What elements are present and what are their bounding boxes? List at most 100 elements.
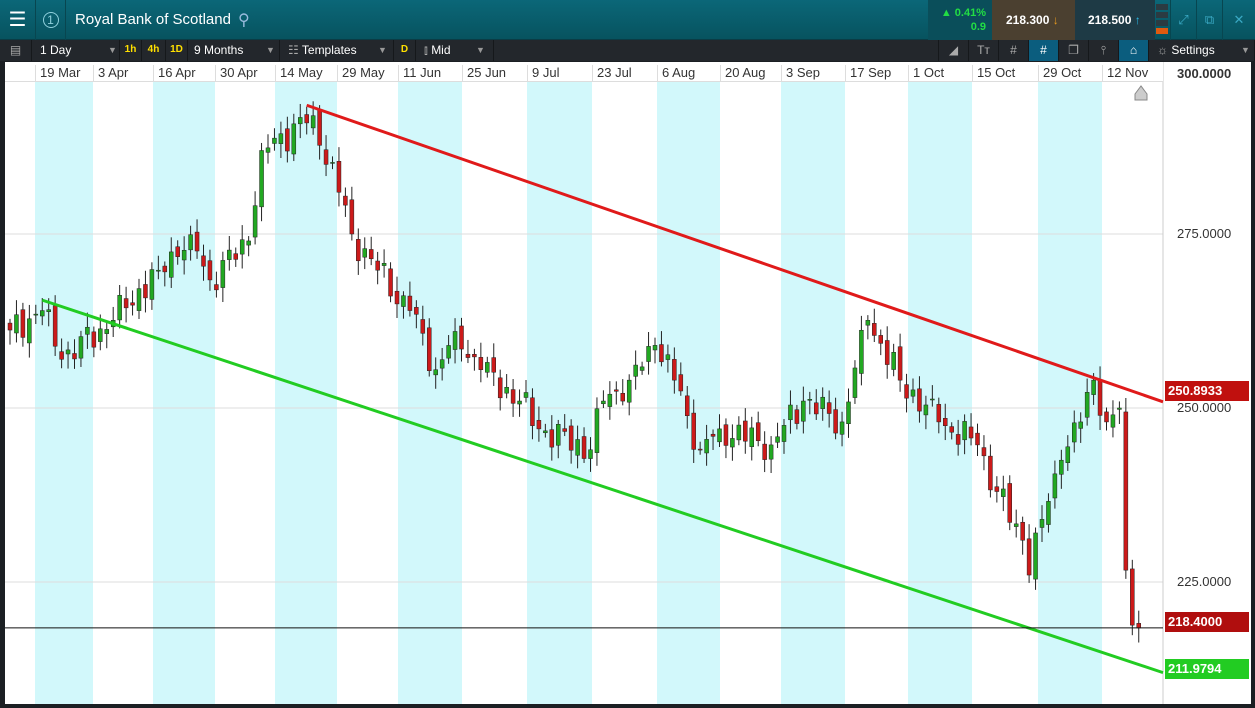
quick-1d-button[interactable]: 1D [166,40,188,61]
candle-body [78,336,84,359]
scroll-up-icon [1134,85,1148,101]
candle-body [72,353,77,360]
date-tick-label: 6 Aug [657,65,695,82]
candle-body [143,284,148,299]
list-icon[interactable]: ▤ [0,40,32,61]
candle-body [304,114,309,124]
candle-body [614,389,619,392]
change-percent: ▲ 0.41% [940,7,986,19]
candle-body [252,205,258,238]
candle-body [607,393,613,407]
candle-body [794,409,800,424]
close-icon[interactable]: ✕ [1222,0,1255,40]
candle-body [1104,411,1109,423]
candle-body [594,408,600,453]
settings-button[interactable]: ☼ Settings ▼ [1148,40,1255,61]
sell-button[interactable]: 218.300 ↓ [992,0,1075,40]
templates-label: Templates [301,43,357,57]
candle-body [717,428,722,443]
candle-body [962,421,967,441]
candle-body [601,400,606,405]
candle-body [865,320,871,326]
candle-body [336,161,342,193]
time-band [657,82,720,704]
candle-body [149,269,155,300]
price-tick-label: 300.0000 [1177,66,1232,81]
candle-body [620,392,625,402]
badge-text: 1 [42,12,59,28]
candle-body [375,260,380,271]
candle-body [291,123,297,155]
candle-body [697,448,703,451]
time-band [275,82,337,704]
candle-body [955,434,961,445]
candle-body [949,426,954,433]
candle-body [427,327,432,371]
candle-body [433,369,438,376]
tag-icon[interactable]: ⌂ [1118,40,1148,61]
up-arrow-icon: ↑ [1134,13,1141,27]
price-chart[interactable]: 19 Mar 3 Apr 16 Apr 30 Apr 14 May 29 May 11 Ju… [5,62,1251,704]
quick-1h-button[interactable]: 1h [120,40,142,61]
candle-body [478,357,484,370]
search-icon[interactable]: ⚲ [238,10,250,30]
candle-body [807,399,813,401]
candle-body [452,331,458,350]
candle-body [891,352,896,370]
candle-body [136,288,142,311]
candle-body [1046,501,1051,525]
candle-body [233,253,238,260]
date-tick-label: 23 Jul [592,65,632,82]
price-tick-label: 225.0000 [1177,574,1232,589]
candle-body [943,418,948,426]
popout-icon[interactable]: ⧉ [1196,0,1222,40]
candle-body [446,345,451,359]
candle-body [169,251,174,278]
candle-body [743,420,748,442]
resistance-value-tag: 250.8933 [1165,381,1249,401]
price-type-select[interactable]: ⫾ Mid ▼ [416,40,494,61]
candle-body [672,359,677,381]
candle-body [575,439,580,456]
candle-body [1033,532,1038,580]
interval-value: 1 Day [40,43,72,57]
expand-icon[interactable]: ⤢ [1170,0,1196,40]
date-tick-label: 12 Nov [1102,65,1148,82]
candle-body [704,439,709,454]
trendline-tool-icon[interactable]: ◢ [938,40,968,61]
candle-body [1110,414,1116,428]
candle-body [98,328,103,342]
candle-body [639,366,645,371]
date-tick-label: 9 Jul [527,65,559,82]
layers-icon[interactable]: ❐ [1058,40,1088,61]
candle-body [1065,446,1071,463]
interval-select[interactable]: 1 Day ▼ [32,40,120,61]
quick-4h-button[interactable]: 4h [142,40,166,61]
chart-canvas[interactable] [5,62,1251,704]
text-tool-icon[interactable]: Tт [968,40,998,61]
grid-icon[interactable]: # [998,40,1028,61]
candle-body [65,349,71,355]
candle-body [381,263,387,266]
candle-body [272,137,277,144]
candle-body [181,249,187,261]
candle-body [91,331,97,348]
candle-body [826,402,832,414]
candle-body [530,397,535,426]
buy-button[interactable]: 218.500 ↑ [1075,0,1155,40]
range-select[interactable]: 9 Months ▼ [188,40,280,61]
templates-button[interactable]: ☷ Templates ▼ [280,40,394,61]
grid-edit-icon[interactable]: # [1028,40,1058,61]
date-tick-label: 1 Oct [908,65,944,82]
indicator-icon[interactable]: ⫯ [1088,40,1118,61]
menu-icon[interactable]: ☰ [0,0,36,40]
templates-icon: ☷ [288,43,299,57]
time-band [35,82,93,704]
instrument-title[interactable]: Royal Bank of Scotland [75,11,231,28]
drawing-d-button[interactable]: D [394,40,416,61]
candle-body [1072,422,1077,443]
candle-body [788,404,793,421]
candle-body [317,109,322,146]
candle-body [1117,407,1122,410]
candle-body [994,486,1000,492]
